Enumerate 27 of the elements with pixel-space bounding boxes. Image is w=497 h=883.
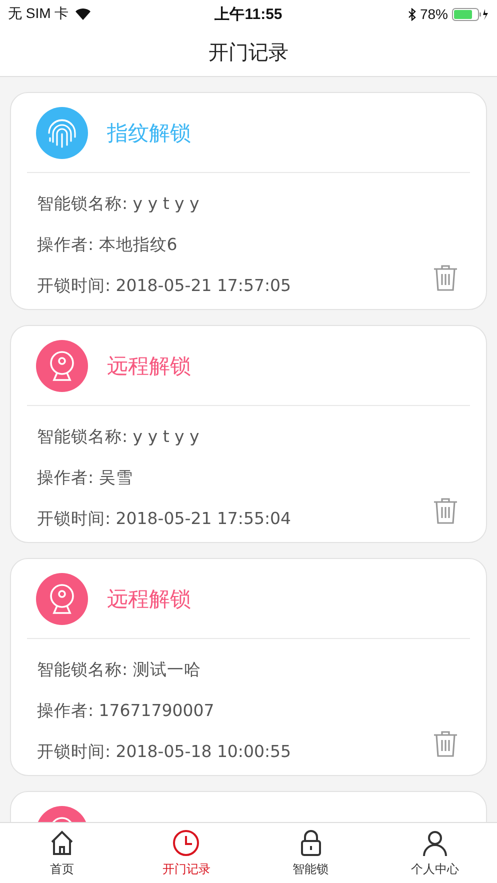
- unlock-type: 远程解锁: [107, 586, 191, 612]
- record-detail: 智能锁名称: 测试一哈: [37, 659, 201, 681]
- clock-time: 上午11:55: [214, 4, 282, 24]
- record-detail: 开锁时间: 2018-05-18 10:00:55: [37, 741, 292, 763]
- record-detail: 智能锁名称: y y t y y: [37, 426, 200, 448]
- fingerprint-icon: [36, 106, 88, 158]
- person-icon: [420, 828, 449, 856]
- clock-icon: [172, 828, 200, 856]
- wifi-icon: [74, 8, 91, 20]
- unlock-type: 指纹解锁: [107, 120, 191, 146]
- record-detail: 智能锁名称: y y t y y: [37, 193, 200, 215]
- carrier-label: 无 SIM 卡: [8, 5, 69, 23]
- record-detail: 开锁时间: 2018-05-21 17:55:04: [37, 508, 292, 530]
- trash-icon[interactable]: [433, 497, 458, 524]
- record-detail: 操作者: 17671790007: [37, 700, 214, 722]
- webcam-icon: [36, 340, 88, 392]
- trash-icon[interactable]: [433, 730, 458, 757]
- record-detail: 开锁时间: 2018-05-21 17:57:05: [37, 275, 292, 297]
- record-detail: 操作者: 吴雪: [37, 467, 133, 489]
- trash-icon[interactable]: [433, 264, 458, 291]
- battery-icon: [452, 8, 489, 20]
- bluetooth-icon: [408, 8, 416, 20]
- record-detail: 操作者: 本地指纹6: [37, 234, 178, 256]
- battery-percent: 78%: [420, 6, 448, 22]
- page-title: 开门记录: [208, 38, 288, 66]
- unlock-type: 远程解锁: [107, 352, 191, 380]
- webcam-icon: [36, 572, 88, 624]
